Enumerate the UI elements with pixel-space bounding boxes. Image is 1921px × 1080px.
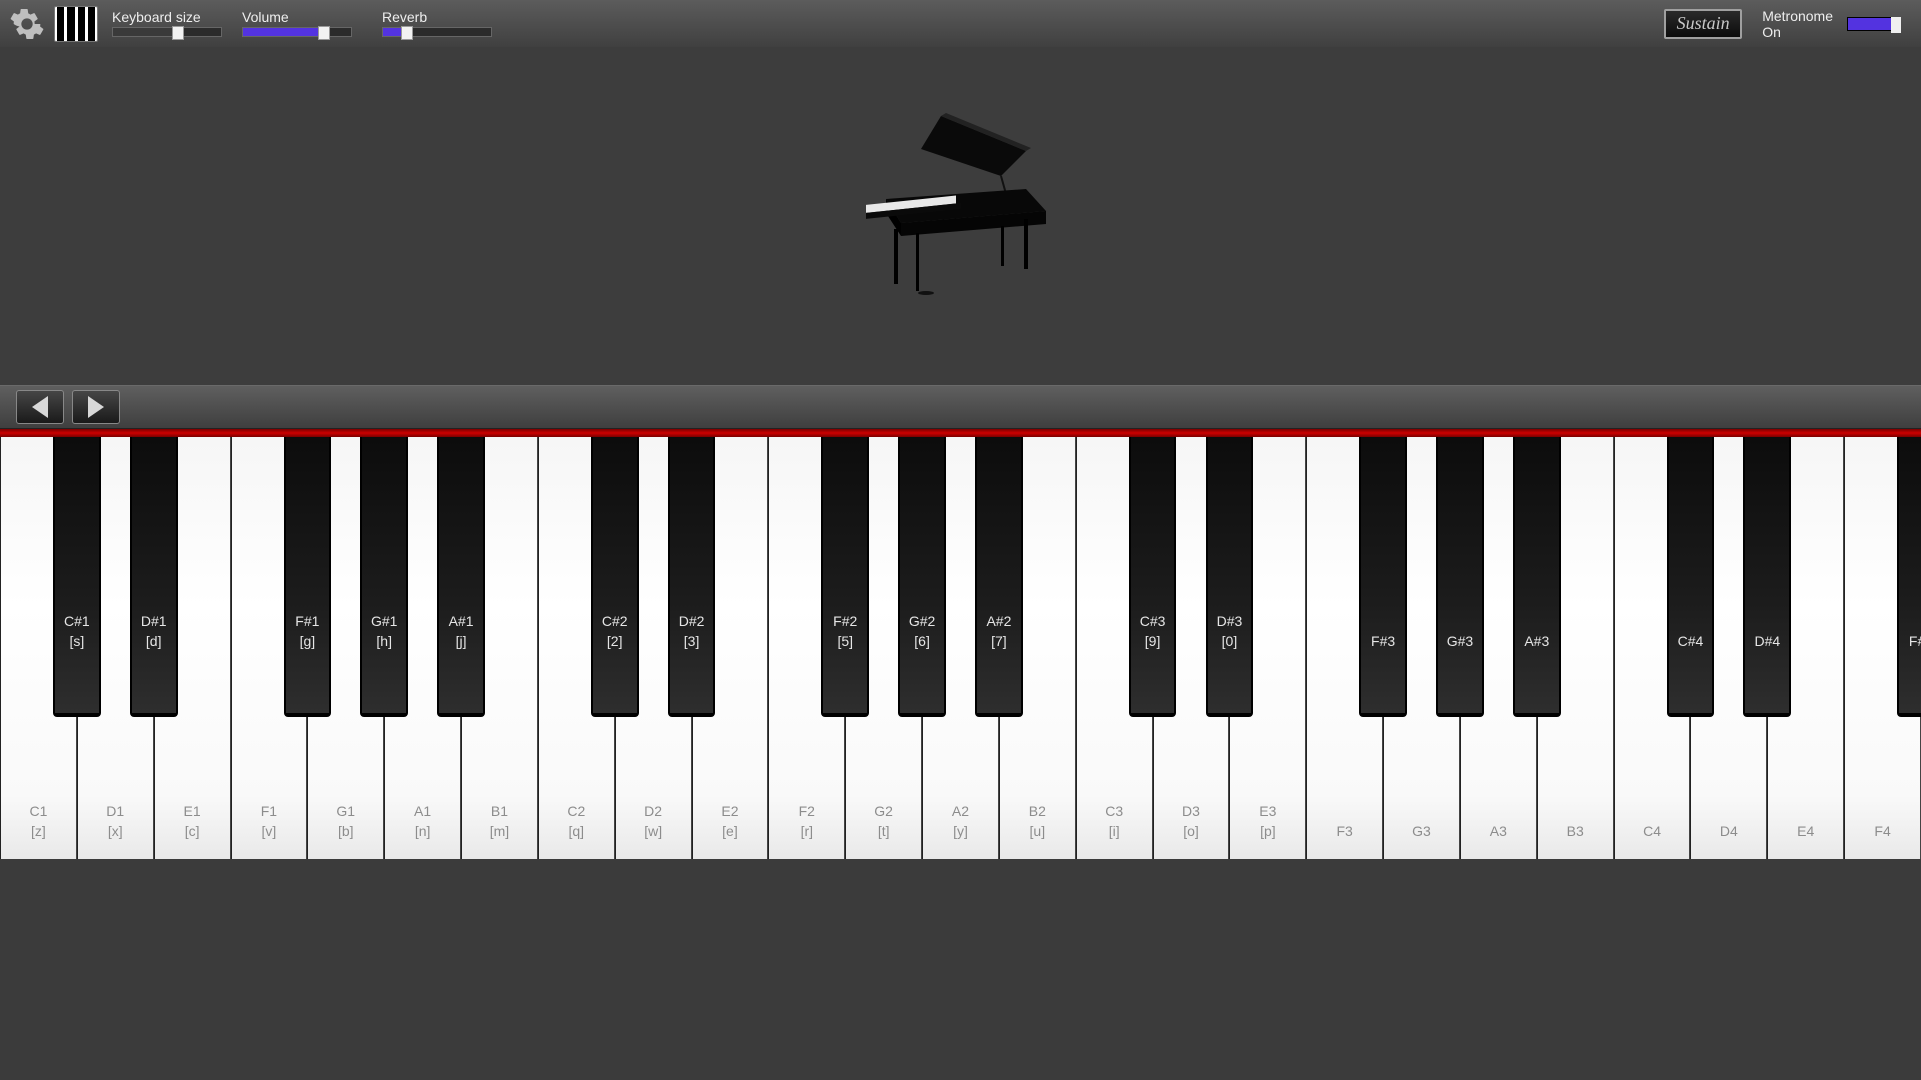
octave-left-button[interactable] <box>16 390 64 424</box>
white-key-label: D3[o] <box>1154 801 1229 841</box>
black-key-label: C#3[9] <box>1131 611 1175 651</box>
black-key-Gs3[interactable]: G#3 <box>1436 437 1484 717</box>
black-key-label: D#2[3] <box>670 611 714 651</box>
black-key-label: G#3 <box>1438 631 1482 651</box>
keyboard: C1[z]D1[x]E1[c]F1[v]G1[b]A1[n]B1[m]C2[q]… <box>0 429 1921 859</box>
black-key-Cs4[interactable]: C#4 <box>1667 437 1715 717</box>
white-key-label: D1[x] <box>78 801 153 841</box>
black-key-label: F#3 <box>1361 631 1405 651</box>
black-key-label: C#4 <box>1669 631 1713 651</box>
black-key-Fs3[interactable]: F#3 <box>1359 437 1407 717</box>
black-key-label: D#3[0] <box>1208 611 1252 651</box>
volume-label: Volume <box>242 10 352 24</box>
black-key-label: G#2[6] <box>900 611 944 651</box>
reverb-label: Reverb <box>382 10 492 24</box>
keyboard-view-button[interactable] <box>54 6 98 42</box>
white-key-label: C1[z] <box>1 801 76 841</box>
keyboard-size-slider[interactable] <box>112 27 222 37</box>
black-key-label: F#4 <box>1899 631 1921 651</box>
black-key-label: C#1[s] <box>55 611 99 651</box>
white-key-label: D4 <box>1691 821 1766 841</box>
black-key-Fs1[interactable]: F#1[g] <box>284 437 332 717</box>
right-controls: Sustain Metronome On <box>1664 0 1921 47</box>
white-key-label: G2[t] <box>846 801 921 841</box>
white-key-label: A2[y] <box>923 801 998 841</box>
white-key-label: G1[b] <box>308 801 383 841</box>
black-key-As2[interactable]: A#2[7] <box>975 437 1023 717</box>
white-key-label: A1[n] <box>385 801 460 841</box>
white-key-label: B2[u] <box>1000 801 1075 841</box>
white-key-label: E2[e] <box>693 801 768 841</box>
white-key-label: F3 <box>1307 821 1382 841</box>
volume-control: Volume <box>242 10 352 37</box>
black-key-label: A#1[j] <box>439 611 483 651</box>
black-key-Ds3[interactable]: D#3[0] <box>1206 437 1254 717</box>
black-key-Gs2[interactable]: G#2[6] <box>898 437 946 717</box>
black-key-label: D#1[d] <box>132 611 176 651</box>
keyboard-size-label: Keyboard size <box>112 10 222 24</box>
white-key-label: E4 <box>1768 821 1843 841</box>
black-key-As1[interactable]: A#1[j] <box>437 437 485 717</box>
octave-right-button[interactable] <box>72 390 120 424</box>
nav-row <box>0 385 1921 429</box>
black-key-label: F#2[5] <box>823 611 867 651</box>
white-key-label: B1[m] <box>462 801 537 841</box>
settings-button[interactable] <box>6 3 48 45</box>
metronome-state: On <box>1762 24 1833 40</box>
arrow-left-icon <box>32 396 48 418</box>
white-key-label: A3 <box>1461 821 1536 841</box>
black-key-Gs1[interactable]: G#1[h] <box>360 437 408 717</box>
white-key-label: C2[q] <box>539 801 614 841</box>
black-key-label: D#4 <box>1745 631 1789 651</box>
gear-icon <box>10 7 44 41</box>
black-key-Ds1[interactable]: D#1[d] <box>130 437 178 717</box>
black-key-As3[interactable]: A#3 <box>1513 437 1561 717</box>
white-key-label: D2[w] <box>616 801 691 841</box>
black-key-Cs2[interactable]: C#2[2] <box>591 437 639 717</box>
grand-piano-icon <box>846 101 1076 301</box>
black-key-label: G#1[h] <box>362 611 406 651</box>
metronome-slider[interactable] <box>1847 17 1901 31</box>
white-key-label: F1[v] <box>232 801 307 841</box>
sustain-button[interactable]: Sustain <box>1664 9 1742 39</box>
white-key-label: B3 <box>1538 821 1613 841</box>
keyboard-size-control: Keyboard size <box>112 10 222 37</box>
metronome-label-group: Metronome On <box>1762 8 1833 40</box>
white-key-label: F4 <box>1845 821 1920 841</box>
arrow-right-icon <box>88 396 104 418</box>
black-key-label: F#1[g] <box>286 611 330 651</box>
white-key-label: F2[r] <box>769 801 844 841</box>
black-key-Cs3[interactable]: C#3[9] <box>1129 437 1177 717</box>
black-key-label: A#2[7] <box>977 611 1021 651</box>
black-key-Fs4[interactable]: F#4 <box>1897 437 1921 717</box>
black-key-Ds4[interactable]: D#4 <box>1743 437 1791 717</box>
reverb-control: Reverb <box>382 10 492 37</box>
black-key-label: A#3 <box>1515 631 1559 651</box>
white-key-label: C3[i] <box>1077 801 1152 841</box>
top-toolbar: Keyboard size Volume Reverb Sustain Metr… <box>0 0 1921 47</box>
black-key-Fs2[interactable]: F#2[5] <box>821 437 869 717</box>
metronome-label: Metronome <box>1762 8 1833 24</box>
instrument-display <box>0 47 1921 385</box>
white-key-label: E3[p] <box>1230 801 1305 841</box>
black-key-Cs1[interactable]: C#1[s] <box>53 437 101 717</box>
white-key-label: E1[c] <box>155 801 230 841</box>
white-key-label: C4 <box>1615 821 1690 841</box>
reverb-slider[interactable] <box>382 27 492 37</box>
keyboard-felt <box>0 429 1921 437</box>
black-key-label: C#2[2] <box>593 611 637 651</box>
black-key-Ds2[interactable]: D#2[3] <box>668 437 716 717</box>
white-key-label: G3 <box>1384 821 1459 841</box>
volume-slider[interactable] <box>242 27 352 37</box>
